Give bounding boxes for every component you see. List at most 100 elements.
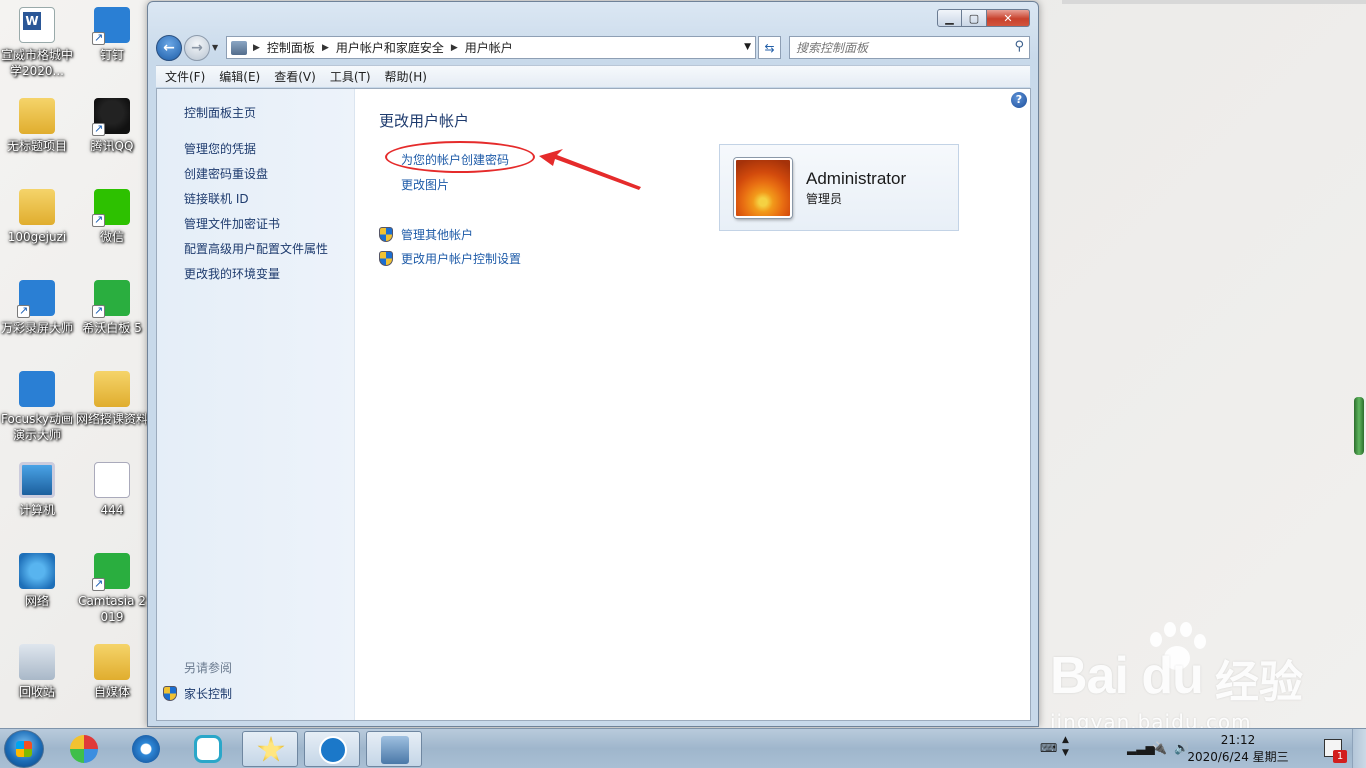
desktop-icon-label: 计算机 bbox=[18, 503, 55, 517]
minimize-button[interactable]: ▁ bbox=[937, 9, 962, 27]
taskbar-item-ie[interactable] bbox=[118, 731, 174, 767]
keyboard-icon[interactable]: ⌨ bbox=[1040, 741, 1057, 755]
back-button[interactable]: ← bbox=[156, 35, 182, 61]
breadcrumb-user-accounts-family[interactable]: 用户帐户和家庭安全 bbox=[336, 39, 444, 56]
see-also-heading: 另请参阅 bbox=[184, 661, 233, 675]
folder-icon bbox=[94, 371, 130, 407]
desktop-icon-document[interactable]: 宣威市格城中学2020... bbox=[0, 7, 74, 79]
desktop-icon-100gejuzi[interactable]: 100gejuzi bbox=[0, 189, 74, 245]
parental-controls-link[interactable]: 家长控制 bbox=[184, 685, 232, 702]
address-bar[interactable]: ▶ 控制面板 ▶ 用户帐户和家庭安全 ▶ 用户帐户 ▼ bbox=[226, 36, 756, 59]
desktop-icon-label: 万彩录屏大师 bbox=[0, 321, 73, 335]
forward-button[interactable]: → bbox=[184, 35, 210, 61]
desktop-icon-label: 宣威市格城中学2020... bbox=[0, 48, 73, 78]
desktop-icon-computer[interactable]: 计算机 bbox=[0, 462, 74, 518]
menu-edit[interactable]: 编辑(E) bbox=[219, 68, 260, 85]
help-icon[interactable]: ? bbox=[1011, 92, 1027, 108]
fs-file-icon bbox=[94, 462, 130, 498]
menu-bar: 文件(F) 编辑(E) 查看(V) 工具(T) 帮助(H) bbox=[156, 65, 1030, 87]
account-name: Administrator bbox=[806, 169, 907, 188]
desktop-icon-wechat[interactable]: 微信 bbox=[75, 189, 149, 245]
menu-tools[interactable]: 工具(T) bbox=[330, 68, 371, 85]
password-reset-disk-link[interactable]: 创建密码重设盘 bbox=[184, 165, 268, 182]
taskbar-item-control-panel[interactable] bbox=[366, 731, 422, 767]
desktop-icon-label: 自媒体 bbox=[93, 685, 130, 699]
word-document-icon bbox=[19, 7, 55, 43]
taskbar-item-k[interactable] bbox=[304, 731, 360, 767]
screen-recorder-icon bbox=[17, 280, 55, 319]
desktop-icon-label: 无标题项目 bbox=[6, 139, 67, 153]
tray-collapse-icon[interactable]: ▼ bbox=[1062, 748, 1069, 758]
network-signal-icon[interactable]: ▂▃▅ bbox=[1127, 741, 1155, 755]
folder-icon bbox=[19, 98, 55, 134]
desktop-icon-recycle-bin[interactable]: 回收站 bbox=[0, 644, 74, 700]
system-clock[interactable]: 21:12 2020/6/24 星期三 bbox=[1178, 732, 1298, 766]
background-window-edge bbox=[1062, 0, 1366, 4]
caption-buttons: ▁ ▢ ✕ bbox=[937, 9, 1030, 27]
breadcrumb-separator-icon[interactable]: ▶ bbox=[253, 43, 260, 53]
desktop-icon-444[interactable]: 444 bbox=[75, 462, 149, 518]
focusky-icon bbox=[19, 371, 55, 407]
menu-file[interactable]: 文件(F) bbox=[165, 68, 205, 85]
annotation-arrow-icon bbox=[539, 149, 641, 190]
link-online-id-link[interactable]: 链接联机 ID bbox=[184, 190, 249, 207]
create-password-link[interactable]: 为您的帐户创建密码 bbox=[401, 151, 509, 168]
change-picture-link[interactable]: 更改图片 bbox=[401, 176, 449, 193]
desktop-icon-untitled[interactable]: 无标题项目 bbox=[0, 98, 74, 154]
desktop-icon-focusky[interactable]: Focusky动画演示大师 bbox=[0, 371, 74, 443]
refresh-button[interactable]: ⇆ bbox=[758, 36, 781, 59]
computer-icon bbox=[19, 462, 55, 498]
desktop-icon-dingtalk[interactable]: 钉钉 bbox=[75, 7, 149, 63]
desktop-icon-course-materials[interactable]: 网络授课资料 bbox=[75, 371, 149, 427]
desktop-icon-qq[interactable]: 腾讯QQ bbox=[75, 98, 149, 154]
control-panel-window: ▁ ▢ ✕ ← → ▼ ▶ 控制面板 ▶ 用户帐户和家庭安全 ▶ 用户帐户 ▼ … bbox=[147, 1, 1039, 727]
taskbar-item-video[interactable] bbox=[180, 731, 236, 767]
desktop-icon-screen-recorder[interactable]: 万彩录屏大师 bbox=[0, 280, 74, 336]
taskbar: ⌨ ▲ ▼ ▂▃▅ 🔌 🔊 21:12 2020/6/24 星期三 1 bbox=[0, 728, 1366, 768]
side-scroll-handle[interactable] bbox=[1354, 397, 1364, 455]
desktop-icon-network[interactable]: 网络 bbox=[0, 553, 74, 609]
address-dropdown-icon[interactable]: ▼ bbox=[744, 42, 751, 52]
show-desktop-button[interactable] bbox=[1352, 729, 1366, 768]
tray-expand-icon[interactable]: ▲ bbox=[1062, 735, 1069, 745]
wechat-icon bbox=[92, 189, 130, 228]
breadcrumb-separator-icon[interactable]: ▶ bbox=[451, 43, 458, 53]
desktop-icon-camtasia[interactable]: Camtasia 2019 bbox=[75, 553, 149, 625]
watermark-jingyan-text: 经验 bbox=[1215, 657, 1303, 708]
uac-settings-link[interactable]: 更改用户帐户控制设置 bbox=[401, 250, 521, 267]
manage-credentials-link[interactable]: 管理您的凭据 bbox=[184, 140, 256, 157]
recycle-bin-icon bbox=[19, 644, 55, 680]
taskbar-item-star[interactable] bbox=[242, 731, 298, 767]
taskbar-item-360[interactable] bbox=[56, 731, 112, 767]
control-panel-home-link[interactable]: 控制面板主页 bbox=[184, 104, 256, 121]
seewo-whiteboard-icon bbox=[92, 280, 130, 319]
desktop-icon-label: Camtasia 2019 bbox=[78, 594, 146, 624]
uac-shield-icon bbox=[163, 686, 177, 701]
desktop-icon-seewo[interactable]: 希沃白板 5 bbox=[75, 280, 149, 336]
desktop-icon-media[interactable]: 自媒体 bbox=[75, 644, 149, 700]
start-button[interactable] bbox=[4, 730, 44, 768]
breadcrumb-control-panel[interactable]: 控制面板 bbox=[267, 39, 315, 56]
maximize-button[interactable]: ▢ bbox=[962, 9, 987, 27]
environment-variables-link[interactable]: 更改我的环境变量 bbox=[184, 265, 280, 282]
refresh-icon: ⇆ bbox=[764, 40, 775, 55]
advanced-profile-properties-link[interactable]: 配置高级用户配置文件属性 bbox=[184, 240, 328, 257]
manage-other-accounts-link[interactable]: 管理其他帐户 bbox=[401, 226, 473, 243]
uac-shield-icon bbox=[379, 251, 393, 266]
recent-pages-dropdown[interactable]: ▼ bbox=[212, 43, 218, 52]
menu-help[interactable]: 帮助(H) bbox=[385, 68, 427, 85]
k-app-icon bbox=[319, 736, 347, 764]
breadcrumb-user-accounts[interactable]: 用户帐户 bbox=[465, 39, 513, 56]
menu-view[interactable]: 查看(V) bbox=[274, 68, 316, 85]
search-input[interactable] bbox=[790, 37, 1000, 58]
folder-icon bbox=[94, 644, 130, 680]
search-icon[interactable]: ⚲ bbox=[1014, 39, 1024, 54]
video-app-icon bbox=[194, 735, 222, 763]
search-box[interactable]: ⚲ bbox=[789, 36, 1030, 59]
notification-badge: 1 bbox=[1333, 750, 1347, 763]
file-encryption-certificates-link[interactable]: 管理文件加密证书 bbox=[184, 215, 280, 232]
breadcrumb-separator-icon[interactable]: ▶ bbox=[322, 43, 329, 53]
close-button[interactable]: ✕ bbox=[987, 9, 1030, 27]
account-picture bbox=[734, 158, 792, 218]
power-plug-icon[interactable]: 🔌 bbox=[1152, 741, 1167, 755]
